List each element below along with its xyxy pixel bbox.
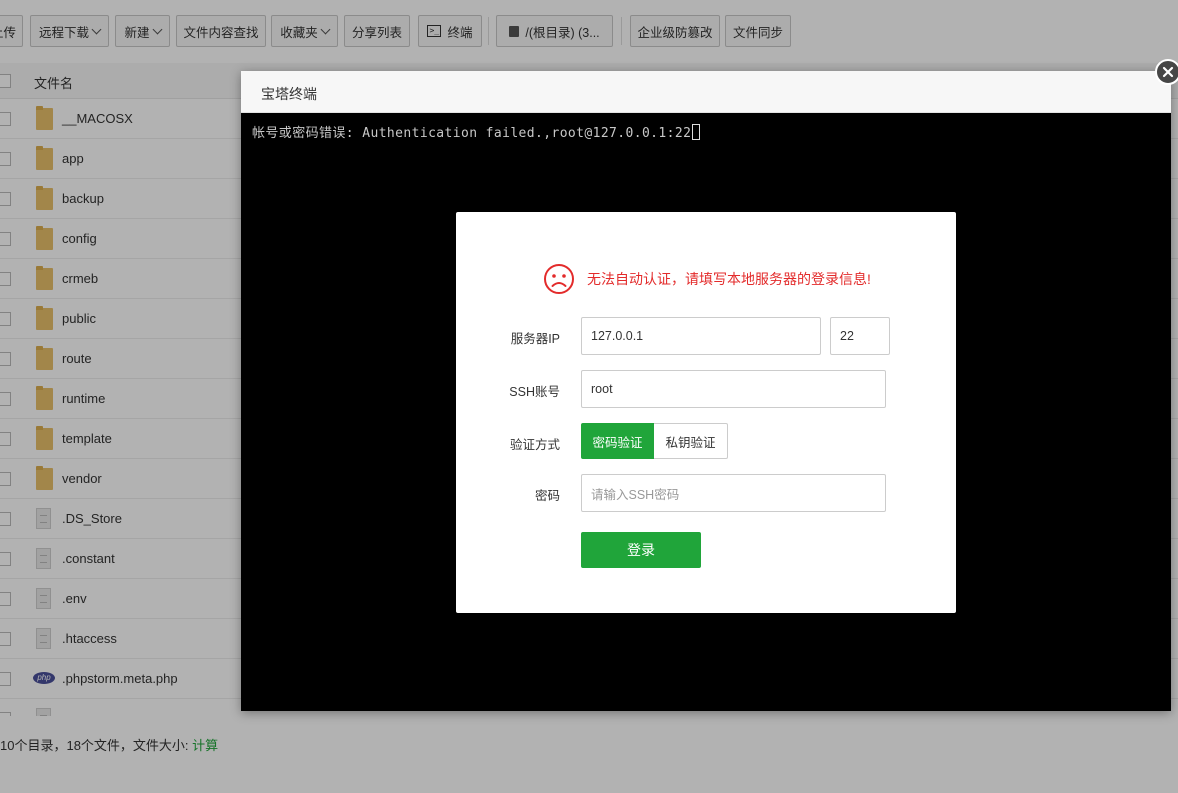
password-label: 密码 bbox=[534, 489, 560, 503]
auth-method-label: 验证方式 bbox=[509, 438, 560, 452]
ssh-login-dialog: 无法自动认证，请填写本地服务器的登录信息! 服务器IP 127.0.0.1 22… bbox=[456, 212, 956, 613]
ssh-account-label: SSH账号 bbox=[509, 385, 560, 399]
port-value: 22 bbox=[840, 329, 854, 343]
ssh-account-value: root bbox=[591, 382, 613, 396]
password-placeholder: 请输入SSH密码 bbox=[591, 487, 680, 502]
password-auth-label: 密码验证 bbox=[592, 435, 643, 450]
server-ip-input[interactable]: 127.0.0.1 bbox=[581, 317, 821, 355]
port-input[interactable]: 22 bbox=[830, 317, 890, 355]
server-ip-label: 服务器IP bbox=[510, 332, 560, 346]
password-auth-option[interactable]: 密码验证 bbox=[581, 423, 654, 459]
key-auth-option[interactable]: 私钥验证 bbox=[654, 423, 728, 459]
server-ip-value: 127.0.0.1 bbox=[591, 329, 644, 343]
auth-warning: 无法自动认证，请填写本地服务器的登录信息! bbox=[543, 262, 871, 296]
login-button-label: 登录 bbox=[627, 542, 655, 558]
terminal-output-line: 帐号或密码错误: Authentication failed.,root@127… bbox=[252, 122, 701, 141]
login-button[interactable]: 登录 bbox=[581, 532, 701, 568]
password-input[interactable]: 请输入SSH密码 bbox=[581, 474, 886, 512]
terminal-cursor bbox=[692, 124, 701, 140]
auth-warning-text: 无法自动认证，请填写本地服务器的登录信息! bbox=[587, 271, 871, 287]
close-icon bbox=[1162, 66, 1174, 78]
sad-face-icon bbox=[544, 264, 574, 294]
terminal-dialog-title: 宝塔终端 bbox=[261, 86, 317, 102]
ssh-account-input[interactable]: root bbox=[581, 370, 886, 408]
close-dialog-button[interactable] bbox=[1155, 59, 1178, 85]
key-auth-label: 私钥验证 bbox=[665, 435, 716, 450]
terminal-output-text: 帐号或密码错误: Authentication failed.,root@127… bbox=[252, 126, 692, 141]
terminal-dialog-header: 宝塔终端 bbox=[241, 71, 1171, 113]
